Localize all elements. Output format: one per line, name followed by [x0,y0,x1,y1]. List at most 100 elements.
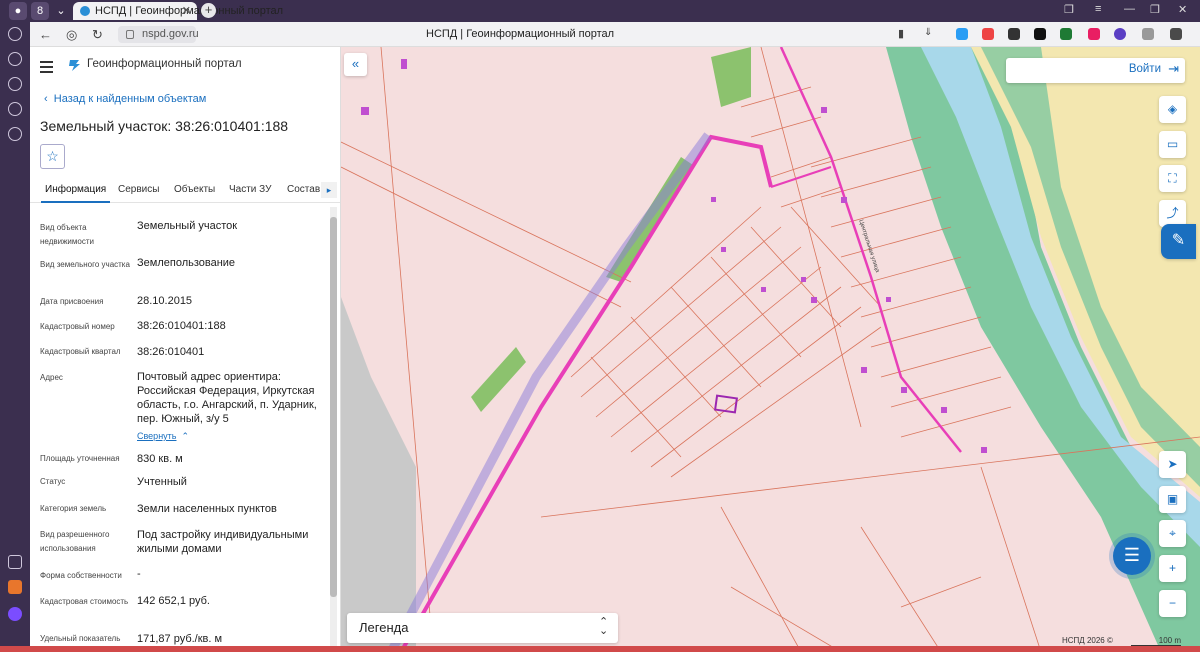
url-field[interactable]: nspd.gov.ru [118,26,199,43]
menu-icon[interactable]: ≡ [1095,3,1101,15]
add-panel-icon[interactable] [8,555,22,569]
browser-side-rail [0,22,30,652]
collapse-address-link[interactable]: Свернуть ⌃ [137,431,189,442]
zoom-in-button[interactable]: + [1159,555,1186,582]
history-icon[interactable] [8,27,22,41]
browser-tabbar: ● 8 ⌄ НСПД | Геоинформационный портал ✕ … [0,0,1200,22]
scrollbar-thumb[interactable] [330,217,337,597]
bookmarks-icon[interactable] [8,52,22,66]
tabs-view-icon[interactable]: ❐ [1064,3,1074,16]
new-tab-button[interactable]: + [201,3,216,18]
extension-icon[interactable] [1170,28,1182,40]
window-close-icon[interactable]: ✕ [1178,3,1187,16]
os-taskbar [0,646,1200,652]
lock-icon [126,30,134,39]
share-button[interactable]: ⤴ [1159,200,1186,227]
field-label: Площадь уточненная [40,454,120,463]
extension-icon[interactable] [1034,28,1046,40]
apps-icon[interactable] [8,102,22,116]
back-to-results-link[interactable]: ‹ Назад к найденным объектам [44,93,206,105]
panel-scrollbar[interactable] [330,207,337,647]
select-area-button[interactable]: ⛶ [1159,165,1186,192]
buildings [361,59,987,453]
maximize-icon[interactable]: ❐ [1150,3,1160,16]
url-text: nspd.gov.ru [142,28,199,40]
extension-icon[interactable] [1060,28,1072,40]
my-location-button[interactable]: ➤ [1159,451,1186,478]
media-icon[interactable] [8,77,22,91]
measure-button[interactable]: ▭ [1159,131,1186,158]
poi-button[interactable]: ⌖ [1159,520,1186,547]
object-info-panel: Геоинформационный портал ‹ Назад к найде… [30,47,341,652]
legend-dropdown[interactable]: Легенда ⌃ ⌄ [347,613,618,643]
field-label: Вид разрешенного использования [40,530,110,553]
back-arrow-icon[interactable]: ← [39,27,52,42]
tab-services[interactable]: Сервисы [118,184,159,195]
field-label: Вид земельного участка [40,260,130,269]
share-icon: ⤴ [1166,206,1179,220]
site-favicon-icon [80,6,90,16]
chat-button[interactable]: ☰ [1113,537,1151,575]
field-value: 830 кв. м [137,453,183,465]
minimize-icon[interactable]: — [1124,3,1135,15]
draw-tools-button[interactable]: ✎ [1161,224,1196,259]
browser-tab-active[interactable]: НСПД | Геоинформационный портал ✕ [73,2,283,20]
notes-icon[interactable] [8,127,22,141]
map-canvas[interactable]: « Войти ⇥ ◈ ▭ ⛶ ⤴ ✎ ➤ ▣ ⌖ + − ☰ Легенда … [341,47,1200,652]
field-value: Земли населенных пунктов [137,503,277,515]
assistant-icon[interactable] [8,607,22,621]
plus-icon: + [1168,561,1176,575]
tabs-dropdown-icon[interactable]: ⌄ [52,2,70,20]
minimap-button[interactable]: ▣ [1159,486,1186,513]
street-road [770,166,832,188]
mail-icon[interactable] [8,580,22,594]
page-title: НСПД | Геоинформационный портал [426,28,615,40]
field-value: 38:26:010401 [137,346,205,358]
industrial-area [341,297,416,652]
field-label: Адрес [40,373,63,382]
tab-info[interactable]: Информация [40,184,111,203]
extension-icon[interactable] [1142,28,1154,40]
field-label: Категория земель [40,504,107,513]
extension-icon[interactable] [1114,28,1126,40]
tab-parts[interactable]: Части ЗУ [229,184,271,195]
field-value: 142 652,1 руб. [137,595,210,607]
profile-icon[interactable]: ● [9,2,27,20]
extension-icon[interactable] [982,28,994,40]
bookmark-icon[interactable]: ▮ [898,27,904,40]
tab-objects[interactable]: Объекты [174,184,215,195]
field-value: Земельный участок [137,220,238,232]
extension-icon[interactable] [1008,28,1020,40]
tab-count-badge[interactable]: 8 [31,2,49,20]
incognito-icon[interactable]: ◎ [66,27,77,43]
reload-icon[interactable]: ↻ [92,27,103,43]
portal-logo-icon [69,60,80,71]
tab-composition[interactable]: Состав [287,184,320,195]
field-value: - [137,568,141,580]
login-icon: ⇥ [1168,61,1179,76]
zoom-out-button[interactable]: − [1159,590,1186,617]
extension-icon[interactable] [956,28,968,40]
tabs-scroll-right-icon[interactable]: ▸ [321,182,337,198]
map-graphics [341,47,1200,652]
downloads-icon[interactable]: ⇓ [924,27,932,38]
chat-icon: ☰ [1123,545,1141,565]
address-value: Почтовый адрес ориентира: Российская Фед… [137,371,317,425]
field-value: 38:26:010401:188 [137,320,226,332]
layers-button[interactable]: ◈ [1159,96,1186,123]
field-label: Кадастровая стоимость [40,597,129,606]
favorite-star-button[interactable]: ☆ [40,144,65,169]
field-label: Кадастровый номер [40,322,115,331]
location-pin-icon: ⌖ [1169,526,1176,540]
navigation-arrow-icon: ➤ [1167,457,1178,471]
tab-close-icon[interactable]: ✕ [182,4,191,17]
login-button[interactable]: Войти ⇥ [1006,58,1185,83]
collapse-panel-button[interactable]: « [344,53,367,76]
field-label: Вид объекта недвижимости [40,223,94,246]
scale-bar: 100 m [1131,636,1181,646]
field-value: Землепользование [137,257,236,269]
extension-icon[interactable] [1088,28,1100,40]
layers-icon: ◈ [1167,102,1178,116]
hamburger-menu-icon[interactable] [40,61,53,76]
field-label: Дата присвоения [40,297,104,306]
